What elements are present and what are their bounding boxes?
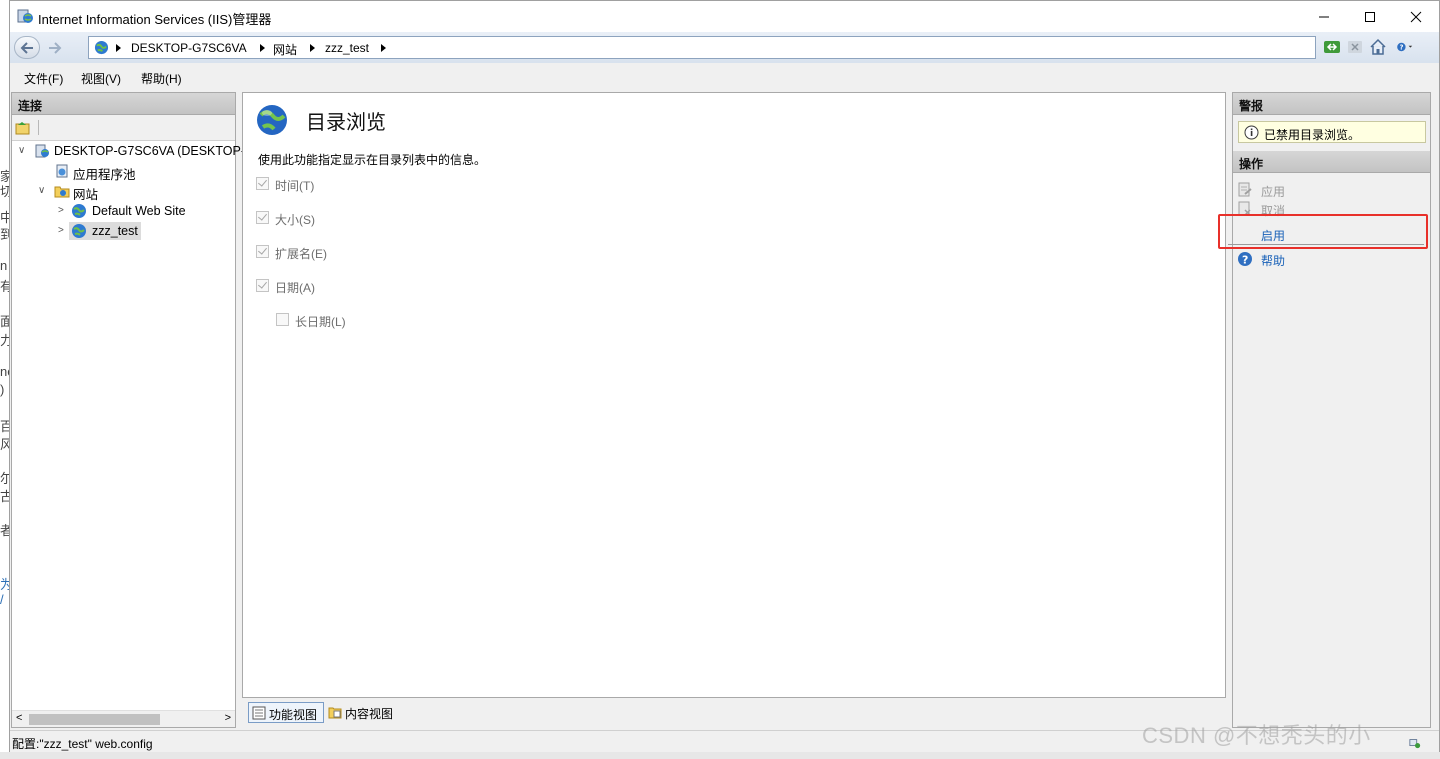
scroll-left-icon[interactable]: <: [16, 712, 22, 724]
checkbox[interactable]: [256, 245, 269, 258]
scrollbar-thumb[interactable]: [29, 714, 160, 725]
alert-message: 已禁用目录浏览。: [1238, 121, 1426, 143]
checkbox[interactable]: [276, 313, 289, 326]
toolbar-divider: [38, 120, 39, 135]
sites-folder-icon: [54, 186, 70, 198]
help-icon: ?: [1238, 252, 1252, 267]
content-view-icon: [328, 707, 342, 719]
address-bar[interactable]: DESKTOP-G7SC6VA 网站 zzz_test: [88, 36, 1316, 59]
tree-node-default-site[interactable]: > Default Web Site: [12, 201, 237, 221]
breadcrumb-site[interactable]: zzz_test: [325, 41, 369, 55]
close-button[interactable]: [1393, 1, 1439, 32]
refresh-icon[interactable]: [1323, 38, 1341, 56]
chevron-right-icon[interactable]: >: [58, 225, 64, 236]
svg-text:?: ?: [1242, 254, 1248, 267]
checkbox[interactable]: [256, 177, 269, 190]
watermark: CSDN @不想秃头的小: [1142, 723, 1371, 748]
tree-label-selected-site: zzz_test: [92, 224, 138, 238]
globe-icon: [72, 224, 86, 238]
app-pool-icon: [56, 164, 68, 178]
minimize-button[interactable]: [1301, 1, 1347, 32]
menu-file[interactable]: 文件(F): [24, 70, 63, 87]
chevron-right-icon[interactable]: >: [58, 205, 64, 216]
view-tabs: 功能视图 内容视图: [242, 700, 1226, 726]
breadcrumb-server[interactable]: DESKTOP-G7SC6VA: [131, 41, 247, 55]
address-toolbar: DESKTOP-G7SC6VA 网站 zzz_test ?: [10, 32, 1439, 63]
menu-bar: 文件(F) 视图(V) 帮助(H): [10, 63, 1439, 91]
stop-icon[interactable]: [1346, 38, 1364, 56]
features-view-icon: [252, 706, 266, 720]
actions-header: 操作: [1233, 151, 1430, 173]
menu-view[interactable]: 视图(V): [81, 70, 121, 87]
close-icon: [1410, 11, 1422, 22]
svg-text:?: ?: [1400, 43, 1404, 51]
breadcrumb-separator: [381, 44, 386, 52]
tree-node-selected-site[interactable]: > zzz_test: [12, 221, 237, 241]
tab-features-view[interactable]: 功能视图: [248, 702, 324, 723]
minimize-icon: [1319, 16, 1329, 17]
tree-label-default-site: Default Web Site: [92, 204, 186, 218]
server-icon: [35, 144, 49, 158]
breadcrumb-separator: [310, 44, 315, 52]
breadcrumb-separator: [116, 44, 121, 52]
connections-panel: 连接 ∨ DESKTOP-G7SC6VA (DESKTOP- 应用程序池 ∨ 网…: [11, 92, 245, 728]
tree-node-server[interactable]: ∨ DESKTOP-G7SC6VA (DESKTOP-: [12, 141, 245, 161]
chevron-down-icon[interactable]: ∨: [38, 185, 45, 196]
tree-node-app-pools[interactable]: 应用程序池: [12, 161, 237, 182]
connections-toolbar: [12, 115, 235, 141]
forward-button[interactable]: [42, 36, 68, 59]
arrow-right-icon: [49, 41, 62, 54]
network-icon: [1409, 739, 1421, 749]
background-window-strip: 家切 中到 n有 面力 ne) 百风 尔古 者 为/: [0, 0, 9, 759]
maximize-button[interactable]: [1347, 1, 1393, 32]
alerts-header: 警报: [1233, 93, 1430, 115]
back-button[interactable]: [14, 36, 40, 59]
help-dropdown-icon[interactable]: ?: [1396, 38, 1414, 56]
background-strip-bottom: [0, 752, 1440, 759]
connect-icon[interactable]: [15, 120, 31, 136]
tree-label-server: DESKTOP-G7SC6VA (DESKTOP-: [54, 144, 246, 158]
directory-browsing-icon: [257, 105, 287, 135]
checkbox[interactable]: [256, 211, 269, 224]
arrow-left-icon: [20, 41, 33, 54]
status-text: 配置:"zzz_test" web.config: [12, 737, 153, 751]
page-title: 目录浏览: [306, 112, 386, 134]
highlight-annotation: [1218, 214, 1428, 249]
globe-icon: [94, 40, 109, 55]
menu-help[interactable]: 帮助(H): [141, 70, 182, 87]
apply-icon: [1238, 182, 1252, 197]
iis-app-icon: [17, 9, 33, 23]
horizontal-scrollbar[interactable]: < >: [12, 710, 235, 727]
feature-description: 使用此功能指定显示在目录列表中的信息。: [258, 153, 487, 167]
iis-manager-window: Internet Information Services (IIS)管理器 D…: [9, 0, 1440, 752]
globe-icon: [72, 204, 86, 218]
maximize-icon: [1365, 11, 1375, 22]
chevron-down-icon[interactable]: ∨: [18, 145, 25, 156]
window-title: Internet Information Services (IIS)管理器: [38, 12, 272, 27]
info-icon: [1244, 125, 1259, 140]
title-bar: Internet Information Services (IIS)管理器: [10, 1, 1439, 32]
actions-panel: 警报 已禁用目录浏览。 操作 应用 取消 启用 ? 帮助: [1232, 92, 1431, 728]
home-icon[interactable]: [1369, 38, 1387, 56]
tab-content-view[interactable]: 内容视图: [326, 702, 402, 723]
breadcrumb-separator: [260, 44, 265, 52]
connections-header: 连接: [12, 93, 235, 115]
tree-node-sites[interactable]: ∨ 网站: [12, 181, 237, 202]
breadcrumb-sites[interactable]: 网站: [273, 41, 297, 58]
checkbox[interactable]: [256, 279, 269, 292]
feature-panel: 目录浏览 使用此功能指定显示在目录列表中的信息。 时间(T) 大小(S) 扩展名…: [242, 92, 1226, 698]
scroll-right-icon[interactable]: >: [225, 712, 231, 724]
